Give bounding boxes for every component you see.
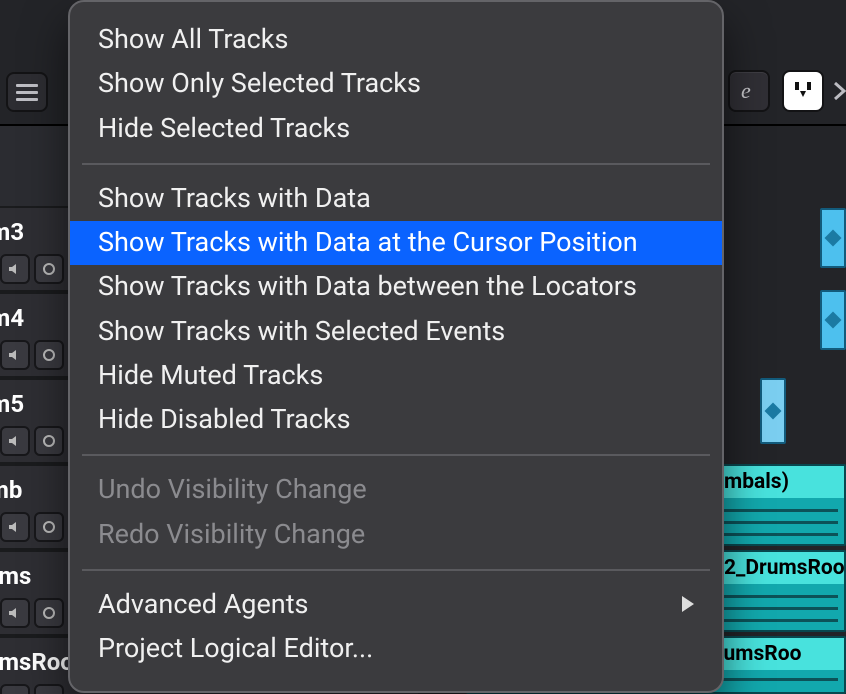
audio-clip[interactable] [820, 290, 846, 350]
track-mute-button[interactable] [0, 426, 30, 456]
menu-item-label: Show Tracks with Data at the Cursor Posi… [98, 224, 638, 261]
chevron-right-icon [834, 82, 846, 100]
track-name-label: om5 [0, 390, 24, 418]
clip-glyph-icon [825, 312, 842, 329]
track-loop-button[interactable] [34, 684, 64, 694]
menu-item-show-with-data-locators[interactable]: Show Tracks with Data between the Locato… [70, 265, 722, 309]
speaker-icon [7, 519, 23, 535]
loop-icon [41, 605, 57, 621]
menu-item-hide-selected[interactable]: Hide Selected Tracks [70, 107, 722, 151]
track-name-label: om4 [0, 304, 24, 332]
menu-item-show-only-selected[interactable]: Show Only Selected Tracks [70, 62, 722, 106]
menu-item-label: Project Logical Editor... [98, 630, 373, 667]
letter-e-icon: e [737, 79, 761, 103]
menu-separator [82, 569, 710, 571]
menu-separator [82, 163, 710, 165]
track-loop-button[interactable] [34, 254, 64, 284]
menu-item-label: Hide Selected Tracks [98, 110, 350, 147]
track-loop-button[interactable] [34, 340, 64, 370]
menu-item-label: Show Tracks with Data between the Locato… [98, 268, 637, 305]
track-loop-button[interactable] [34, 426, 64, 456]
menu-item-label: Undo Visibility Change [98, 471, 367, 508]
menu-item-label: Show Tracks with Selected Events [98, 313, 505, 350]
track-name-label: ymb [0, 476, 22, 504]
menu-item-label: Show All Tracks [98, 21, 288, 58]
audio-clip[interactable] [820, 208, 846, 268]
audio-clip[interactable]: 2_DrumsRoo [714, 550, 846, 632]
menu-item-label: Redo Visibility Change [98, 516, 365, 553]
menu-item-hide-muted[interactable]: Hide Muted Tracks [70, 354, 722, 398]
waveform-icon [722, 502, 838, 540]
submenu-arrow-icon [682, 596, 694, 612]
waveform-icon [722, 588, 838, 626]
menu-separator [82, 454, 710, 456]
clip-title: 2_DrumsRoo [716, 552, 844, 584]
loop-icon [41, 261, 57, 277]
track-mute-button[interactable] [0, 598, 30, 628]
edit-mode-button[interactable]: e [728, 70, 770, 112]
track-mute-button[interactable] [0, 512, 30, 542]
menu-item-undo-visibility: Undo Visibility Change [70, 468, 722, 512]
track-name-label: rums [0, 562, 31, 590]
menu-item-project-logical-editor[interactable]: Project Logical Editor... [70, 627, 722, 671]
snap-icon [791, 79, 815, 103]
speaker-icon [7, 605, 23, 621]
visibility-context-menu: Show All Tracks Show Only Selected Track… [68, 0, 724, 693]
svg-text:e: e [741, 79, 751, 103]
menu-item-show-with-selected-events[interactable]: Show Tracks with Selected Events [70, 310, 722, 354]
audio-clip[interactable]: mbals) [714, 464, 846, 546]
menu-item-show-all[interactable]: Show All Tracks [70, 18, 722, 62]
track-loop-button[interactable] [34, 512, 64, 542]
panel-toggle-button[interactable] [6, 72, 48, 112]
loop-icon [41, 519, 57, 535]
track-name-label: om3 [0, 218, 24, 246]
track-loop-button[interactable] [34, 598, 64, 628]
clip-title: mbals) [716, 466, 844, 498]
clip-glyph-icon [765, 403, 782, 420]
track-mute-button[interactable] [0, 340, 30, 370]
loop-icon [41, 433, 57, 449]
hamburger-icon [16, 84, 38, 101]
menu-item-label: Hide Muted Tracks [98, 357, 323, 394]
speaker-icon [7, 347, 23, 363]
menu-item-show-with-data[interactable]: Show Tracks with Data [70, 177, 722, 221]
track-mute-button[interactable] [0, 684, 30, 694]
menu-item-label: Advanced Agents [98, 586, 308, 623]
menu-item-show-with-data-cursor[interactable]: Show Tracks with Data at the Cursor Posi… [70, 221, 722, 265]
audio-clip[interactable] [760, 378, 786, 444]
menu-item-redo-visibility: Redo Visibility Change [70, 513, 722, 557]
menu-item-label: Show Only Selected Tracks [98, 65, 421, 102]
track-mute-button[interactable] [0, 254, 30, 284]
loop-icon [41, 347, 57, 363]
speaker-icon [7, 433, 23, 449]
menu-item-label: Show Tracks with Data [98, 180, 371, 217]
speaker-icon [7, 261, 23, 277]
clip-glyph-icon [825, 230, 842, 247]
menu-item-label: Hide Disabled Tracks [98, 401, 351, 438]
menu-item-hide-disabled[interactable]: Hide Disabled Tracks [70, 398, 722, 442]
menu-item-advanced-agents[interactable]: Advanced Agents [70, 583, 722, 627]
snap-button[interactable] [782, 70, 824, 112]
